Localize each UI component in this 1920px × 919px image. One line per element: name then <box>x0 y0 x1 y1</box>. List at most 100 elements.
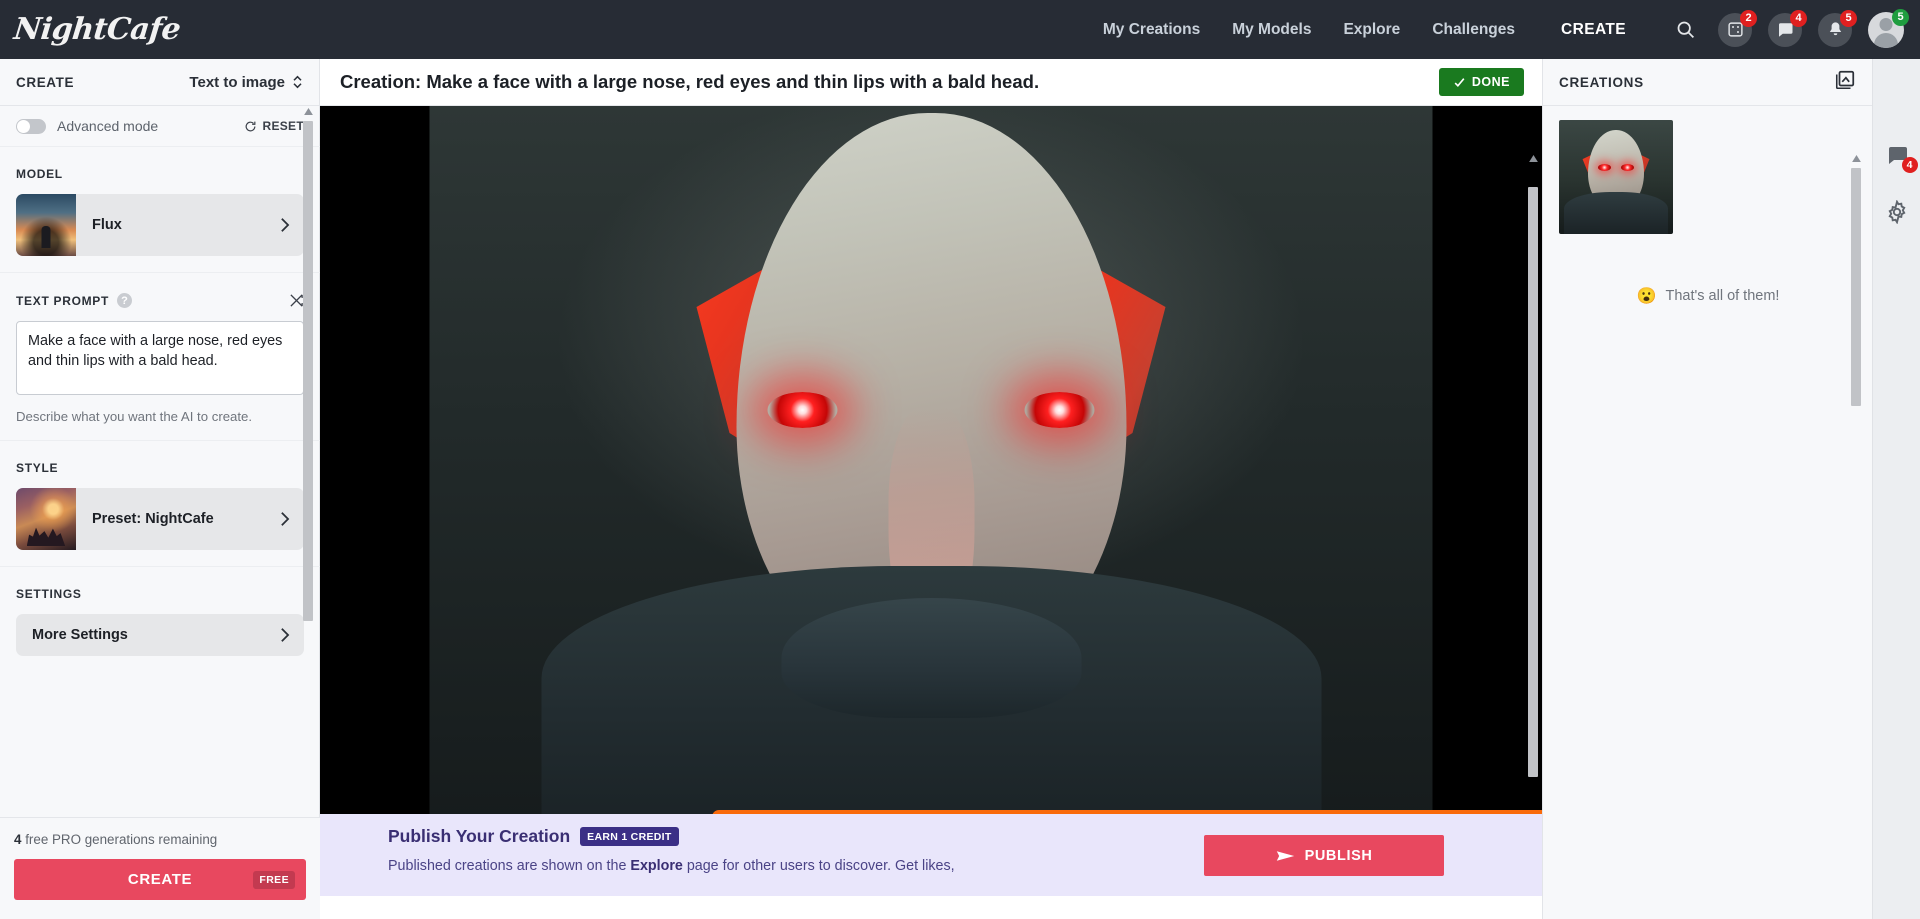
creation-thumbnail[interactable] <box>1559 120 1673 234</box>
prompt-hint: Describe what you want the AI to create. <box>16 409 253 424</box>
chat-icon[interactable]: 4 <box>1768 9 1807 47</box>
primary-nav-links: My Creations My Models Explore Challenge… <box>1103 21 1515 39</box>
model-card[interactable]: Flux <box>16 194 304 256</box>
style-thumbnail <box>16 488 76 550</box>
done-button[interactable]: DONE <box>1438 68 1524 96</box>
scrollbar-thumb[interactable] <box>303 121 313 621</box>
model-section-title: MODEL <box>16 167 63 181</box>
publish-desc-explore[interactable]: Explore <box>630 858 682 874</box>
model-thumbnail <box>16 194 76 256</box>
style-card[interactable]: Preset: NightCafe <box>16 488 304 550</box>
figure-collar <box>781 598 1081 718</box>
chevron-right-icon <box>279 511 304 527</box>
nav-my-models[interactable]: My Models <box>1232 21 1311 39</box>
creations-scrollbar[interactable] <box>1851 153 1861 753</box>
publish-desc-part1: Published creations are shown on the <box>388 858 631 874</box>
creations-title: CREATIONS <box>1559 74 1644 90</box>
mode-value: Text to image <box>189 73 285 91</box>
generated-image[interactable] <box>429 106 1433 896</box>
creations-panel: CREATIONS 😮 That's all of them! <box>1542 59 1872 919</box>
thumb-eye-left <box>1598 164 1611 171</box>
prompt-header: TEXT PROMPT ? <box>16 293 304 308</box>
bell-icon[interactable]: 5 <box>1818 9 1857 47</box>
sidebar-scroll-region: Advanced mode RESET MODEL Flux TEXT PROM… <box>0 106 320 817</box>
publish-button[interactable]: PUBLISH <box>1204 835 1444 876</box>
mode-selector[interactable]: Text to image <box>189 74 303 91</box>
reset-button[interactable]: RESET <box>244 119 304 133</box>
help-icon[interactable]: ? <box>117 293 133 308</box>
dice-icon[interactable]: 2 <box>1718 9 1757 47</box>
shuffle-icon[interactable] <box>289 293 304 308</box>
empty-state-text: That's all of them! <box>1665 288 1780 304</box>
free-chip: FREE <box>253 870 295 889</box>
chat-badge: 4 <box>1790 9 1807 27</box>
surprised-face-icon: 😮 <box>1636 288 1657 305</box>
chevron-right-icon <box>279 217 304 233</box>
top-navigation-bar: NightCafe My Creations My Models Explore… <box>0 0 1920 59</box>
sidebar-footer: 4 free PRO generations remaining CREATE … <box>0 817 320 919</box>
style-section: STYLE Preset: NightCafe <box>0 441 320 567</box>
creation-main-panel: Creation: Make a face with a large nose,… <box>320 59 1542 919</box>
creation-header: Creation: Make a face with a large nose,… <box>320 59 1542 106</box>
prompt-section-title: TEXT PROMPT <box>16 293 110 308</box>
empty-state: 😮 That's all of them! <box>1559 286 1857 306</box>
sidebar-header: CREATE Text to image <box>0 59 319 106</box>
sidebar-title: CREATE <box>16 74 75 90</box>
advanced-mode-toggle[interactable]: Advanced mode <box>16 118 158 134</box>
credits-text: free PRO generations remaining <box>25 832 218 847</box>
search-icon[interactable] <box>1668 13 1702 47</box>
sidebar-scrollbar[interactable] <box>303 106 313 817</box>
thumb-robe <box>1564 192 1668 234</box>
nav-icon-group: 2 4 5 5 <box>1668 8 1909 48</box>
avatar[interactable]: 5 <box>1868 8 1909 48</box>
chevron-up-down-icon <box>292 75 303 89</box>
figure-eye-right <box>1024 392 1095 428</box>
earn-credit-badge: EARN 1 CREDIT <box>580 827 679 846</box>
more-settings-button[interactable]: More Settings <box>16 614 304 656</box>
page-title: Creation: Make a face with a large nose,… <box>340 71 1040 92</box>
nightcafe-app: NightCafe My Creations My Models Explore… <box>0 0 1920 919</box>
scroll-up-arrow-icon[interactable] <box>303 106 313 117</box>
credits-note: 4 free PRO generations remaining <box>14 832 306 847</box>
brand-logo[interactable]: NightCafe <box>12 12 182 47</box>
model-value: Flux <box>92 217 122 233</box>
nav-challenges[interactable]: Challenges <box>1432 21 1515 39</box>
publish-panel: Publish Your Creation EARN 1 CREDIT Publ… <box>320 814 1542 896</box>
create-sidebar: CREATE Text to image Advanced mode RESET… <box>0 59 320 919</box>
creations-header: CREATIONS <box>1543 59 1872 106</box>
reset-label: RESET <box>262 119 304 133</box>
gallery-icon[interactable] <box>1834 69 1856 96</box>
more-settings-label: More Settings <box>32 627 128 643</box>
advanced-mode-label: Advanced mode <box>57 118 159 134</box>
nav-my-creations[interactable]: My Creations <box>1103 21 1200 39</box>
image-canvas: Upscale Creative Upscale Selective Edit <box>320 106 1542 896</box>
style-section-title: STYLE <box>16 461 59 475</box>
toggle-switch[interactable] <box>16 118 46 134</box>
scrollbar-thumb[interactable] <box>1528 187 1538 777</box>
credits-count: 4 <box>14 832 22 847</box>
send-icon <box>1276 850 1294 861</box>
rail-chat-button[interactable]: 4 <box>1882 141 1918 173</box>
rail-settings-button[interactable] <box>1882 197 1912 227</box>
done-label: DONE <box>1471 75 1510 89</box>
scrollbar-thumb[interactable] <box>1851 168 1861 406</box>
model-section: MODEL Flux <box>0 147 320 273</box>
publish-description: Published creations are shown on the Exp… <box>388 856 1078 878</box>
figure-eye-left <box>767 392 838 428</box>
nav-explore[interactable]: Explore <box>1343 21 1400 39</box>
prompt-input[interactable] <box>16 321 304 395</box>
canvas-scrollbar[interactable] <box>1528 153 1538 893</box>
scroll-up-arrow-icon[interactable] <box>1528 153 1538 164</box>
thumb-eye-right <box>1621 164 1634 171</box>
right-action-rail: 4 <box>1872 59 1920 919</box>
generated-figure <box>430 106 1433 896</box>
publish-desc-part2: page for other users to discover. Get li… <box>682 858 955 874</box>
create-button[interactable]: CREATE FREE <box>14 859 306 900</box>
advanced-mode-row: Advanced mode RESET <box>0 106 320 147</box>
gear-icon <box>1887 200 1906 224</box>
scroll-up-arrow-icon[interactable] <box>1851 153 1861 164</box>
dice-badge: 2 <box>1740 9 1757 27</box>
text-prompt-section: TEXT PROMPT ? Describe what you want the… <box>0 273 320 441</box>
nav-create-button[interactable]: CREATE <box>1561 21 1626 39</box>
rail-chat-badge: 4 <box>1901 157 1918 173</box>
